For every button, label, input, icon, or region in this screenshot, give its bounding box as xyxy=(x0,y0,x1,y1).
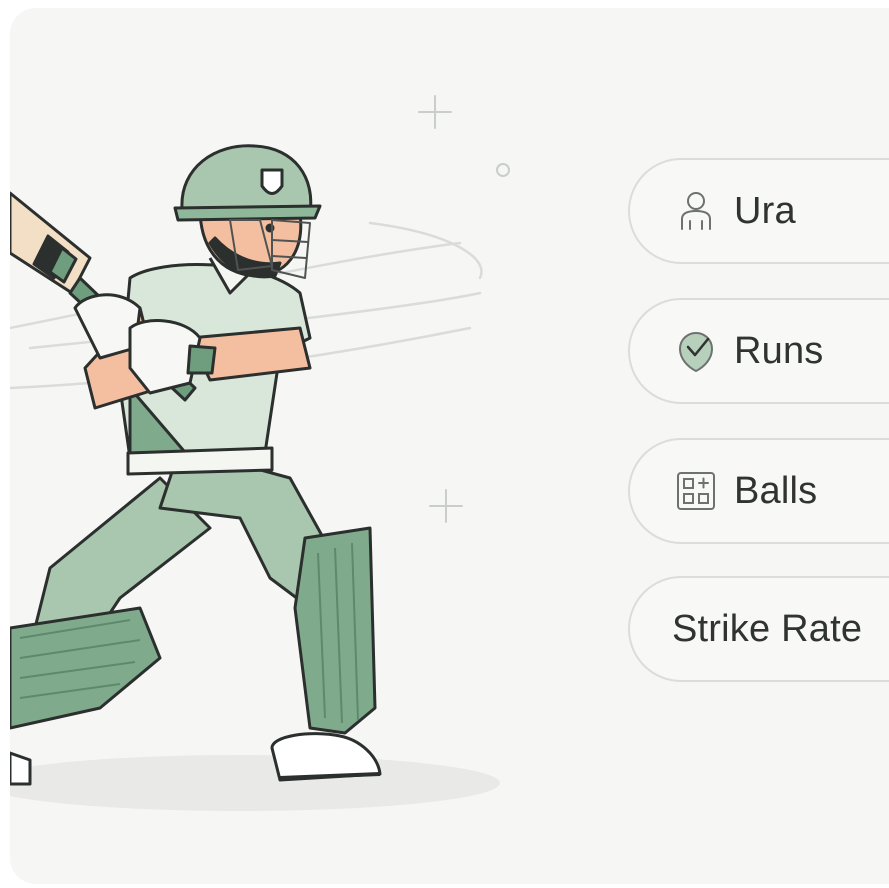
stat-pill-runs[interactable]: Runs xyxy=(628,298,889,404)
app-card: Ura Runs Balls Strike Rate xyxy=(10,8,889,884)
sparkle-icon xyxy=(429,489,463,523)
stat-pill-ura[interactable]: Ura xyxy=(628,158,889,264)
scorecard-icon xyxy=(674,469,718,513)
batsman-head xyxy=(173,144,322,279)
sparkle-icon xyxy=(418,95,452,129)
front-leg xyxy=(158,446,382,782)
stat-pill-label: Runs xyxy=(734,329,824,372)
person-icon xyxy=(674,189,718,233)
stat-pill-label: Ura xyxy=(734,189,796,232)
ground-shadow xyxy=(10,755,500,811)
stat-pill-balls[interactable]: Balls xyxy=(628,438,889,544)
shield-check-icon xyxy=(674,329,718,373)
back-leg xyxy=(10,476,212,786)
stat-pill-strike-rate[interactable]: Strike Rate xyxy=(628,576,889,682)
stat-pill-label: Balls xyxy=(734,469,818,512)
dot-decoration xyxy=(496,163,510,177)
stat-pill-label: Strike Rate xyxy=(672,607,863,650)
